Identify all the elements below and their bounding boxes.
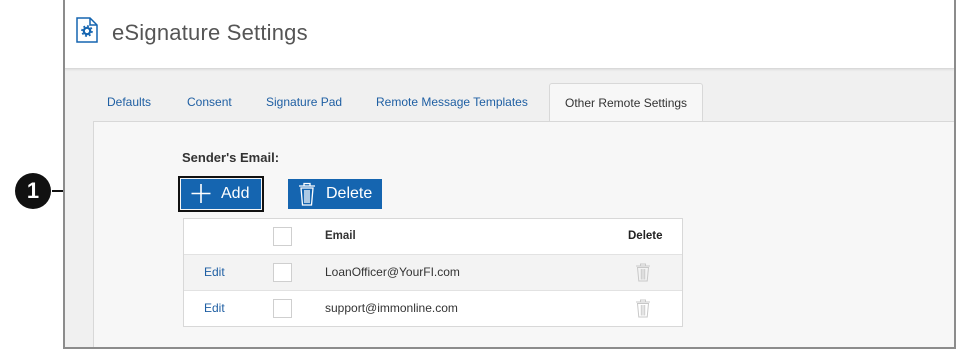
table-row: Edit LoanOfficer@YourFI.com [184,255,682,291]
settings-window: eSignature Settings Defaults Consent Sig… [63,0,956,349]
tab-consent[interactable]: Consent [187,83,232,122]
email-cell: support@immonline.com [325,301,458,315]
row-checkbox[interactable] [273,263,292,282]
row-trash-icon[interactable] [635,263,651,282]
add-button[interactable]: Add [178,176,264,212]
email-cell: LoanOfficer@YourFI.com [325,265,460,279]
trash-icon [299,182,315,206]
senders-email-table: Email Delete Edit LoanOfficer@YourFI.com… [183,218,683,327]
table-header-row: Email Delete [184,219,682,255]
column-header-email: Email [325,230,356,242]
settings-panel: Sender's Email: Add Delete Email Delete … [93,121,954,347]
edit-link[interactable]: Edit [204,291,225,326]
tab-defaults[interactable]: Defaults [107,83,151,122]
page-title: eSignature Settings [112,20,308,45]
tab-remote-message-templates[interactable]: Remote Message Templates [376,83,528,122]
row-trash-icon[interactable] [635,299,651,318]
callout-marker: 1 [15,173,51,209]
edit-link[interactable]: Edit [204,255,225,290]
plus-icon [191,184,211,203]
settings-document-icon [76,17,98,43]
column-header-delete: Delete [628,230,663,242]
delete-label: Delete [326,185,373,202]
add-label: Add [221,185,250,202]
select-all-checkbox[interactable] [273,227,292,246]
page-header: eSignature Settings [65,0,954,69]
table-row: Edit support@immonline.com [184,291,682,326]
senders-email-label: Sender's Email: [182,150,280,165]
delete-button[interactable]: Delete [288,179,382,209]
tab-other-remote-settings[interactable]: Other Remote Settings [549,83,704,123]
tab-signature-pad[interactable]: Signature Pad [266,83,342,122]
row-checkbox[interactable] [273,299,292,318]
